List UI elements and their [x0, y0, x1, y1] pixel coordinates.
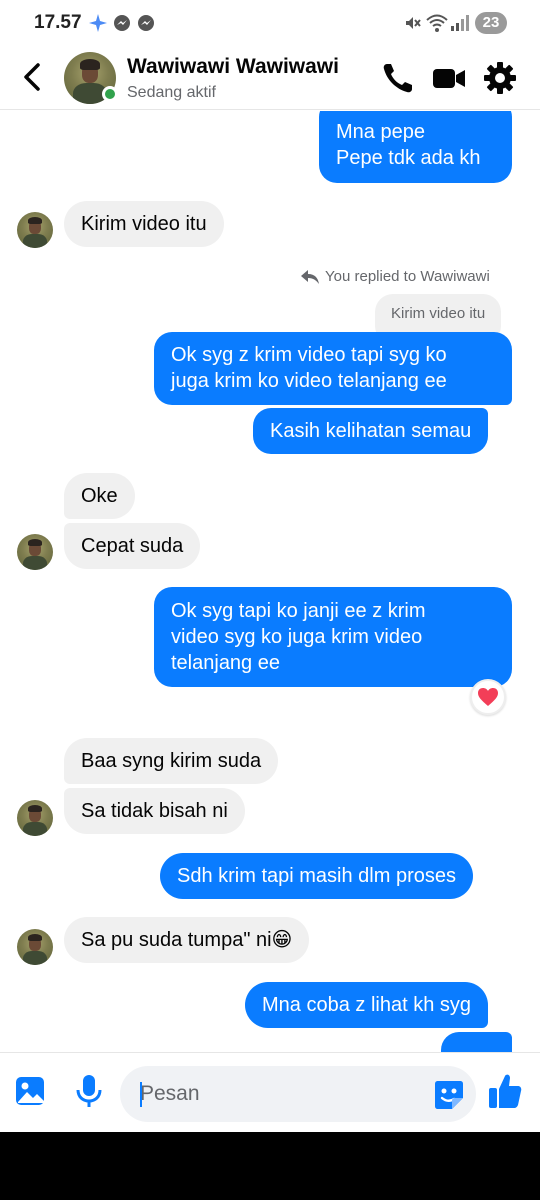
- message-avatar[interactable]: [17, 534, 53, 570]
- status-time: 17.57: [34, 12, 82, 33]
- signal-icon: [451, 15, 469, 31]
- message-avatar[interactable]: [17, 929, 53, 965]
- messenger-notification-icon-2: [138, 15, 154, 31]
- text-caret: [140, 1082, 142, 1107]
- message-avatar[interactable]: [17, 800, 53, 836]
- message-bubble-outgoing[interactable]: Sdh krim tapi masih dlm proses: [160, 853, 473, 899]
- back-arrow-icon[interactable]: [18, 60, 48, 94]
- sticker-icon[interactable]: [432, 1078, 466, 1112]
- status-bar: 17.57 23: [0, 0, 540, 46]
- message-avatar[interactable]: [17, 212, 53, 248]
- message-bubble-outgoing[interactable]: Ok syg tapi ko janji ee z krim video syg…: [154, 587, 512, 687]
- message-bubble-outgoing[interactable]: Ok syg z krim video tapi syg ko juga kri…: [154, 332, 512, 405]
- message-bubble-incoming[interactable]: Sa pu suda tumpa" ni😁: [64, 917, 310, 963]
- wifi-icon: [426, 14, 448, 32]
- gallery-icon[interactable]: [14, 1073, 48, 1109]
- gear-icon[interactable]: [482, 60, 518, 96]
- thumbs-up-icon[interactable]: [487, 1071, 523, 1111]
- messenger-notification-icon: [114, 15, 130, 31]
- reply-arrow-icon: [301, 270, 319, 284]
- message-bubble-outgoing-partial[interactable]: [441, 1032, 512, 1052]
- message-bubble-outgoing[interactable]: Mna pepe Pepe tdk ada kh: [319, 111, 512, 183]
- heart-reaction-icon: [478, 688, 498, 706]
- battery-badge: 23: [475, 12, 507, 34]
- message-composer: [0, 1052, 540, 1132]
- contact-status: Sedang aktif: [127, 84, 216, 101]
- message-input-wrapper[interactable]: [120, 1066, 476, 1122]
- phone-icon[interactable]: [380, 60, 416, 96]
- contact-name[interactable]: Wawiwawi Wawiwawi: [127, 55, 339, 79]
- message-bubble-outgoing[interactable]: Mna coba z lihat kh syg: [245, 982, 488, 1028]
- message-bubble-incoming[interactable]: Kirim video itu: [64, 201, 224, 247]
- message-bubble-outgoing[interactable]: Kasih kelihatan semau: [253, 408, 489, 454]
- message-bubble-incoming[interactable]: Oke: [64, 473, 135, 519]
- message-bubble-incoming[interactable]: Sa tidak bisah ni: [64, 788, 245, 834]
- sparkle-icon: [89, 14, 107, 32]
- video-camera-icon[interactable]: [431, 60, 467, 96]
- chat-header: Wawiwawi Wawiwawi Sedang aktif: [0, 46, 540, 110]
- message-list[interactable]: Mna pepe Pepe tdk ada kh Kirim video itu…: [0, 111, 540, 1052]
- mute-icon: [406, 17, 421, 29]
- online-indicator: [102, 86, 118, 102]
- microphone-icon[interactable]: [72, 1073, 106, 1109]
- message-bubble-incoming[interactable]: Baa syng kirim suda: [64, 738, 279, 784]
- system-navigation-bar: [0, 1132, 540, 1200]
- heart-reaction[interactable]: [470, 679, 506, 715]
- message-input[interactable]: [140, 1066, 410, 1122]
- reply-note: You replied to Wawiwawi: [325, 268, 490, 285]
- message-bubble-incoming[interactable]: Cepat suda: [64, 523, 201, 569]
